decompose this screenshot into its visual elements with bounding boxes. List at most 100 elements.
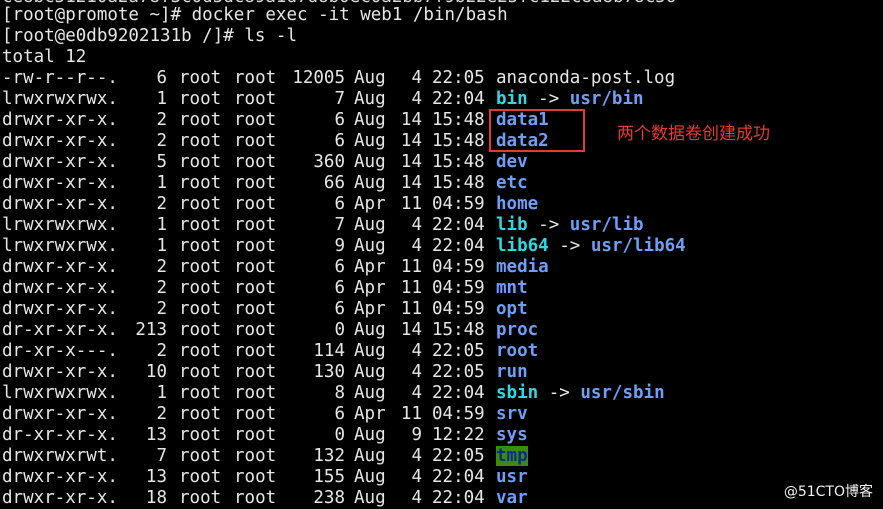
entry-link-count: 10 — [145, 362, 167, 382]
entry-size: 7 — [334, 215, 345, 235]
entry-name-cell: lib64 -> usr/lib64 — [496, 236, 686, 257]
entry-owner: root — [179, 383, 222, 403]
symlink-target: usr/lib — [569, 215, 644, 235]
terminal-window[interactable]: ce8bc51210a2a78f3c0d5dc89a1d7d8b0ec0a2bb… — [0, 0, 883, 509]
entry-permissions: drwxr-xr-x. — [2, 194, 118, 214]
entry-permissions: drwxr-xr-x. — [2, 173, 118, 193]
entry-day: 14 — [400, 131, 422, 151]
entry-permissions: drwxr-xr-x. — [2, 404, 118, 424]
entry-link-count: 2 — [156, 278, 167, 298]
entry-group: root — [234, 404, 277, 424]
entry-owner: root — [179, 194, 222, 214]
entry-month: Aug — [354, 173, 386, 193]
entry-day: 4 — [411, 467, 422, 487]
ls-entry-row: dr-xr-x---. 2 root root 114 Aug 4 22:05 root — [2, 341, 882, 362]
entry-size: 6 — [334, 299, 345, 319]
entry-day: 11 — [400, 299, 422, 319]
entry-group: root — [234, 383, 277, 403]
entry-owner: root — [179, 89, 222, 109]
ls-entry-row: drwxr-xr-x. 18 root root 238 Aug 4 22:04 var — [2, 488, 882, 509]
entry-day: 14 — [400, 152, 422, 172]
ls-entry-row: drwxr-xr-x. 10 root root 130 Aug 4 22:05 run — [2, 362, 882, 383]
entry-name: tmp — [496, 446, 528, 466]
entry-permissions: drwxr-xr-x. — [2, 362, 118, 382]
entry-group: root — [234, 320, 277, 340]
entry-name-cell: sys — [496, 425, 528, 446]
entry-day: 4 — [411, 215, 422, 235]
ls-entry-row: drwxr-xr-x. 2 root root 6 Apr 11 04:59 mnt — [2, 278, 882, 299]
entry-owner: root — [179, 236, 222, 256]
entry-link-count: 2 — [156, 404, 167, 424]
entry-name-cell: bin -> usr/bin — [496, 89, 644, 110]
entry-owner: root — [179, 320, 222, 340]
entry-permissions: lrwxrwxrwx. — [2, 89, 118, 109]
entry-owner: root — [179, 278, 222, 298]
entry-month: Aug — [354, 320, 386, 340]
entry-group: root — [234, 257, 277, 277]
entry-day: 4 — [411, 236, 422, 256]
entry-size: 9 — [334, 236, 345, 256]
entry-name-cell: home — [496, 194, 538, 215]
entry-day: 9 — [411, 425, 422, 445]
entry-name: anaconda-post.log — [496, 68, 676, 88]
symlink-arrow: -> — [538, 89, 560, 109]
ls-entry-row: dr-xr-xr-x. 13 root root 0 Aug 9 12:22 sys — [2, 425, 882, 446]
entry-name: sys — [496, 425, 528, 445]
entry-month: Apr — [354, 404, 386, 424]
entry-size: 238 — [313, 488, 345, 508]
ls-entry-row: lrwxrwxrwx. 1 root root 7 Aug 4 22:04 lib -> usr… — [2, 215, 882, 236]
entry-group: root — [234, 152, 277, 172]
entry-month: Aug — [354, 446, 386, 466]
entry-month: Aug — [354, 89, 386, 109]
entry-name: sbin — [496, 383, 539, 403]
entry-size: 7 — [334, 89, 345, 109]
entry-day: 4 — [411, 89, 422, 109]
ls-entry-row: drwxr-xr-x. 2 root root 6 Apr 11 04:59 home — [2, 194, 882, 215]
entry-name-cell: var — [496, 488, 528, 509]
entry-size: 6 — [334, 404, 345, 424]
entry-size: 0 — [334, 320, 345, 340]
entry-permissions: lrwxrwxrwx. — [2, 236, 118, 256]
entry-day: 4 — [411, 362, 422, 382]
entry-link-count: 2 — [156, 341, 167, 361]
second-prompt-line: [root@e0db9202131b /]# ls -l — [2, 26, 298, 46]
entry-group: root — [234, 362, 277, 382]
entry-month: Aug — [354, 215, 386, 235]
entry-name-cell: media — [496, 257, 549, 278]
entry-month: Aug — [354, 236, 386, 256]
entry-group: root — [234, 467, 277, 487]
entry-size: 6 — [334, 194, 345, 214]
entry-link-count: 1 — [156, 215, 167, 235]
entry-name-cell: mnt — [496, 278, 528, 299]
entry-link-count: 1 — [156, 383, 167, 403]
entry-link-count: 2 — [156, 194, 167, 214]
entry-name-cell: dev — [496, 152, 528, 173]
entry-time: 15:48 — [432, 152, 485, 172]
entry-group: root — [234, 173, 277, 193]
entry-size: 0 — [334, 425, 345, 445]
ls-entry-row: drwxr-xr-x. 2 root root 6 Apr 11 04:59 opt — [2, 299, 882, 320]
entry-owner: root — [179, 488, 222, 508]
symlink-arrow: -> — [548, 383, 570, 403]
ls-entry-row: lrwxrwxrwx. 1 root root 7 Aug 4 22:04 bin -> usr… — [2, 89, 882, 110]
entry-group: root — [234, 446, 277, 466]
entry-month: Aug — [354, 467, 386, 487]
entry-month: Aug — [354, 131, 386, 151]
entry-link-count: 1 — [156, 236, 167, 256]
entry-name: proc — [496, 320, 539, 340]
entry-month: Aug — [354, 362, 386, 382]
entry-time: 22:05 — [432, 341, 485, 361]
entry-name-cell: sbin -> usr/sbin — [496, 383, 665, 404]
entry-permissions: drwxr-xr-x. — [2, 299, 118, 319]
entry-name: run — [496, 362, 528, 382]
ls-entry-row: drwxr-xr-x. 2 root root 6 Apr 11 04:59 media — [2, 257, 882, 278]
entry-permissions: -rw-r--r--. — [2, 68, 118, 88]
entry-owner: root — [179, 467, 222, 487]
entry-day: 4 — [411, 383, 422, 403]
entry-name-cell: srv — [496, 404, 528, 425]
entry-size: 8 — [334, 383, 345, 403]
entry-link-count: 2 — [156, 257, 167, 277]
entry-permissions: drwxr-xr-x. — [2, 278, 118, 298]
entry-group: root — [234, 278, 277, 298]
entry-name-cell: root — [496, 341, 538, 362]
